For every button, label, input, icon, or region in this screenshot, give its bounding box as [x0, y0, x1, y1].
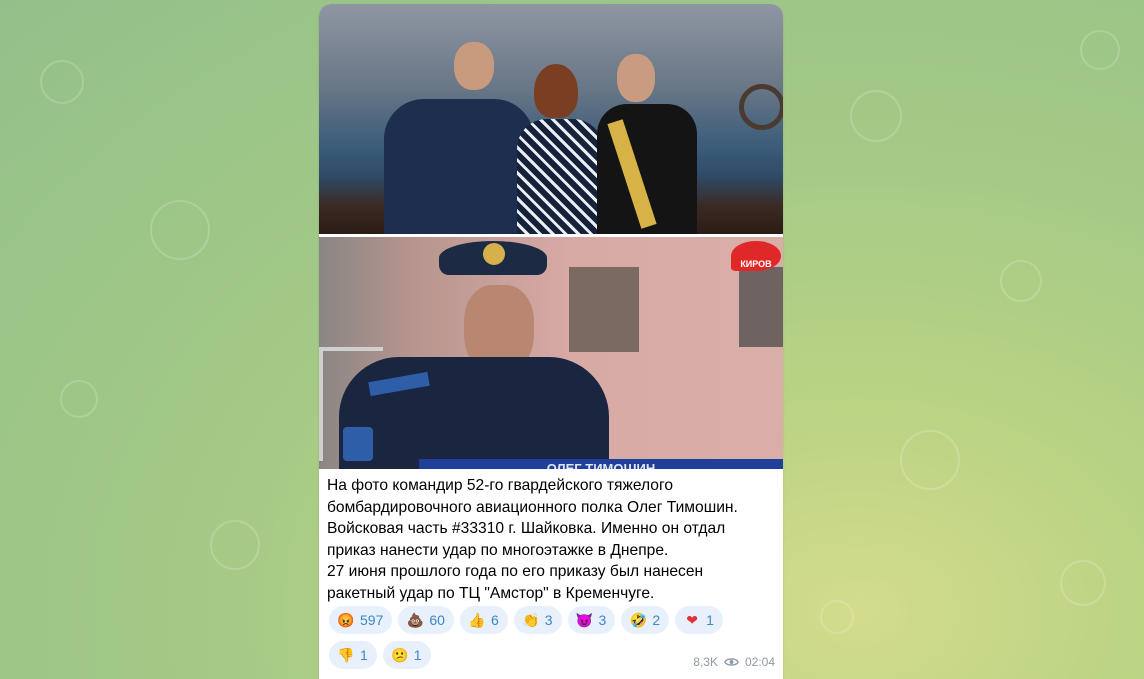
- reaction-poop[interactable]: 💩 60: [398, 606, 454, 634]
- reaction-angry[interactable]: 😡 597: [329, 606, 393, 634]
- confused-face-icon: 😕: [391, 647, 409, 663]
- clapping-hands-icon: 👏: [522, 612, 540, 628]
- reaction-rofl[interactable]: 🤣 2: [621, 606, 670, 634]
- wallpaper-doodle: [850, 90, 902, 142]
- wallpaper-doodle: [60, 380, 98, 418]
- broken-heart-fire-icon: ❤: [686, 612, 698, 628]
- wallpaper-doodle: [820, 600, 854, 634]
- reaction-count: 2: [652, 612, 661, 628]
- person-woman-dress: [517, 119, 603, 234]
- building-window: [739, 267, 783, 347]
- reaction-clap[interactable]: 👏 3: [513, 606, 562, 634]
- wallpaper-doodle: [1080, 30, 1120, 70]
- wallpaper-doodle: [150, 200, 210, 260]
- thumbs-down-icon: 👎: [337, 647, 355, 663]
- reaction-thumbs-up[interactable]: 👍 6: [459, 606, 508, 634]
- wallpaper-doodle: [900, 430, 960, 490]
- building-window: [569, 267, 639, 352]
- eye-icon: [723, 658, 739, 666]
- person-officer-head: [454, 42, 494, 90]
- wallpaper-doodle: [40, 60, 84, 104]
- reaction-count: 3: [598, 612, 607, 628]
- thumbs-up-icon: 👍: [468, 612, 486, 628]
- post-caption: На фото командир 52-го гвардейского тяже…: [327, 475, 775, 605]
- reaction-count: 3: [544, 612, 553, 628]
- poop-icon: 💩: [406, 612, 425, 628]
- devil-face-icon: 😈: [575, 612, 594, 628]
- tv-lower-third: ОЛЕГ ТИМОШИН: [419, 459, 783, 469]
- reaction-devil[interactable]: 😈 3: [567, 606, 616, 634]
- person-young-man-head: [617, 54, 655, 102]
- caption-line: 27 июня прошлого года по его приказу был…: [327, 563, 704, 581]
- caption-line: На фото командир 52-го гвардейского тяже…: [327, 477, 673, 494]
- reaction-count: 6: [490, 612, 499, 628]
- angry-face-icon: 😡: [337, 612, 355, 628]
- anchor-decoration: [739, 84, 783, 130]
- caption-line: ракетный удар по ТЦ "Амстор" в Кременчуг…: [327, 584, 655, 602]
- caption-line: бомбардировочного авиационного полка Оле…: [327, 498, 738, 516]
- reaction-count: 1: [360, 647, 368, 663]
- wallpaper-doodle: [1060, 560, 1106, 606]
- post-photo-group-portrait[interactable]: [319, 4, 783, 234]
- post-meta: 8,3K 02:04: [693, 655, 775, 669]
- caption-line: Войсковая часть #33310 г. Шайковка. Имен…: [327, 520, 726, 538]
- cap-badge: [483, 243, 505, 265]
- sleeve-patch: [343, 427, 373, 461]
- reaction-count: 597: [360, 612, 384, 628]
- wallpaper-doodle: [210, 520, 260, 570]
- wallpaper-doodle: [1000, 260, 1042, 302]
- rofl-face-icon: 🤣: [629, 612, 648, 628]
- post-time: 02:04: [744, 655, 775, 669]
- tv-channel-logo: КИРОВ: [731, 241, 781, 271]
- reactions-row: 😡 597 💩 60 👍 6 👏 3 😈 3 🤣 2 ❤ 1: [329, 606, 773, 634]
- channel-post[interactable]: КИРОВ ОЛЕГ ТИМОШИН На фото командир 52-г…: [319, 4, 783, 679]
- post-photo-officer-interview[interactable]: КИРОВ ОЛЕГ ТИМОШИН: [319, 237, 783, 469]
- reaction-count: 60: [429, 612, 445, 628]
- reaction-confused[interactable]: 😕 1: [382, 641, 431, 669]
- reaction-thumbs-down[interactable]: 👎 1: [329, 641, 377, 669]
- person-woman-head: [534, 64, 578, 118]
- caption-line: приказ нанести удар по многоэтажке в Дне…: [327, 541, 669, 559]
- reaction-count: 1: [706, 612, 714, 628]
- officer-jacket: [339, 357, 609, 469]
- person-officer-uniform: [384, 99, 534, 234]
- reaction-heart-fire[interactable]: ❤ 1: [675, 606, 723, 634]
- view-count: 8,3K: [693, 655, 718, 669]
- reaction-count: 1: [413, 647, 422, 663]
